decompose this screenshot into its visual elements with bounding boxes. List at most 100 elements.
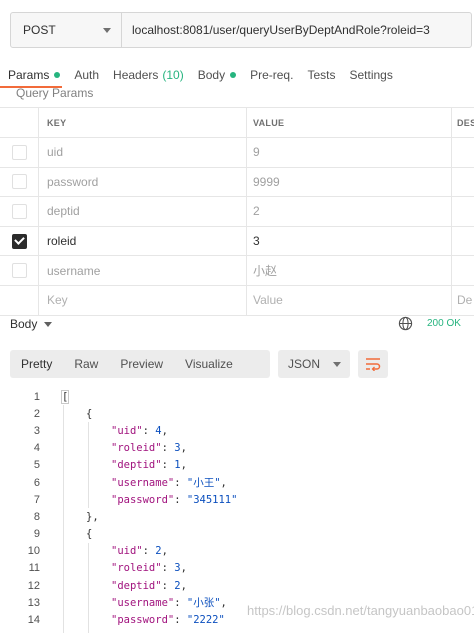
json-punctuation: },	[86, 510, 99, 523]
code-line: 10 "uid": 2,	[0, 543, 474, 560]
new-key-input[interactable]: Key	[38, 285, 246, 315]
globe-icon[interactable]	[398, 316, 413, 331]
param-checkbox[interactable]	[11, 144, 27, 160]
tab-label: Body	[197, 68, 226, 82]
param-value: 9	[253, 145, 260, 160]
json-value: "小王"	[186, 477, 221, 490]
line-number: 7	[33, 493, 40, 506]
param-description-cell[interactable]	[451, 226, 474, 256]
code-line: 5 "deptid": 1,	[0, 457, 474, 474]
method-select[interactable]: POST	[11, 13, 122, 47]
table-row-new: Key Value De	[0, 285, 474, 316]
json-key: "username"	[111, 597, 175, 610]
code-line: 8},	[0, 508, 474, 525]
format-select[interactable]: JSON	[278, 350, 350, 378]
tab-preview[interactable]: Preview	[109, 350, 174, 378]
param-checkbox[interactable]	[11, 263, 27, 279]
table-header-row: KEY VALUE DES	[0, 108, 474, 138]
param-key: deptid	[47, 204, 80, 219]
code-line: 1[	[0, 388, 474, 405]
wrap-lines-icon	[366, 358, 381, 371]
line-number: 5	[33, 459, 40, 472]
param-key-cell[interactable]: password	[38, 167, 246, 197]
url-input[interactable]: localhost:8081/user/queryUserByDeptAndRo…	[122, 13, 471, 47]
json-key: "uid"	[111, 424, 143, 437]
json-punctuation: [	[61, 389, 70, 404]
param-value-cell[interactable]: 小赵	[246, 256, 451, 285]
header-description: DES	[451, 108, 474, 137]
checkbox-cell	[0, 227, 38, 256]
value-placeholder: Value	[253, 293, 283, 308]
json-value: "345111"	[186, 493, 238, 506]
new-value-input[interactable]: Value	[246, 285, 451, 315]
line-number: 1	[33, 390, 40, 403]
param-description-cell[interactable]	[451, 197, 474, 226]
json-key: "roleid"	[111, 442, 162, 455]
line-number: 11	[28, 562, 40, 575]
new-description-input[interactable]: De	[451, 285, 474, 315]
tab-tests[interactable]: Tests	[307, 68, 335, 82]
json-key: "uid"	[111, 545, 143, 558]
code-content: "uid": 2,	[111, 545, 168, 558]
header-checkbox-cell	[0, 108, 38, 137]
tab-params[interactable]: Params	[0, 68, 63, 88]
json-key: "deptid"	[111, 459, 162, 472]
status-dot-icon	[230, 72, 237, 78]
tab-auth[interactable]: Auth	[74, 68, 99, 82]
code-content: "password": "2222"	[111, 614, 225, 627]
response-title: Body	[10, 317, 38, 331]
table-row: uid 9	[0, 138, 474, 168]
tab-body[interactable]: Body	[197, 68, 237, 82]
line-number: 13	[27, 596, 40, 609]
param-value-cell[interactable]: 9	[246, 138, 451, 167]
json-key: "password"	[111, 493, 175, 506]
param-key-cell[interactable]: roleid	[38, 226, 246, 256]
chevron-down-icon	[333, 361, 341, 367]
json-punctuation: {	[86, 407, 93, 420]
code-line: 4 "roleid": 3,	[0, 440, 474, 457]
query-params-heading: Query Params	[16, 86, 94, 100]
code-content: },	[42, 511, 99, 523]
param-key-cell[interactable]: username	[38, 256, 246, 285]
tab-visualize[interactable]: Visualize	[174, 350, 244, 378]
param-description-cell[interactable]	[451, 138, 474, 167]
param-key-cell[interactable]: deptid	[38, 197, 246, 226]
response-code-view[interactable]: 1[2{3 "uid": 4, 4 "roleid": 3, 5 "deptid": 1,…	[0, 388, 474, 633]
param-checkbox[interactable]	[11, 174, 27, 190]
param-value-cell[interactable]: 3	[246, 226, 451, 256]
chevron-down-icon	[44, 321, 53, 327]
line-number: 4	[33, 442, 40, 455]
indent-guide	[88, 422, 89, 508]
chevron-down-icon	[103, 27, 111, 33]
table-row: roleid 3	[0, 226, 474, 257]
param-description-cell[interactable]	[451, 256, 474, 285]
code-content: {	[42, 408, 92, 420]
checkbox-cell	[0, 197, 38, 226]
tab-label: Settings	[349, 68, 393, 82]
tab-label: Params	[8, 68, 50, 82]
param-key: password	[47, 174, 99, 189]
wrap-lines-button[interactable]	[358, 350, 388, 378]
line-number: 2	[33, 407, 40, 420]
tab-headers[interactable]: Headers (10)	[113, 68, 184, 82]
description-placeholder: De	[457, 293, 473, 308]
param-checkbox[interactable]	[11, 203, 27, 219]
param-key: roleid	[47, 234, 77, 249]
status-badge[interactable]: 200 OK	[427, 318, 461, 329]
tab-pretty[interactable]: Pretty	[10, 350, 63, 378]
response-body-dropdown[interactable]: Body	[10, 317, 53, 331]
param-key-cell[interactable]: uid	[38, 138, 246, 167]
code-line: 12 "deptid": 2,	[0, 577, 474, 594]
tab-count-badge: (10)	[162, 68, 184, 82]
tab-pre-request[interactable]: Pre-req.	[250, 68, 293, 82]
tab-label: Pre-req.	[250, 68, 294, 82]
param-value: 3	[253, 234, 260, 249]
tab-raw[interactable]: Raw	[63, 350, 109, 378]
response-view-tabs: Pretty Raw Preview Visualize	[10, 350, 270, 378]
param-value-cell[interactable]: 9999	[246, 167, 451, 197]
param-value-cell[interactable]: 2	[246, 197, 451, 226]
param-description-cell[interactable]	[451, 167, 474, 197]
code-content: {	[42, 528, 92, 540]
tab-settings[interactable]: Settings	[349, 68, 392, 82]
param-checkbox-checked[interactable]	[11, 233, 27, 249]
